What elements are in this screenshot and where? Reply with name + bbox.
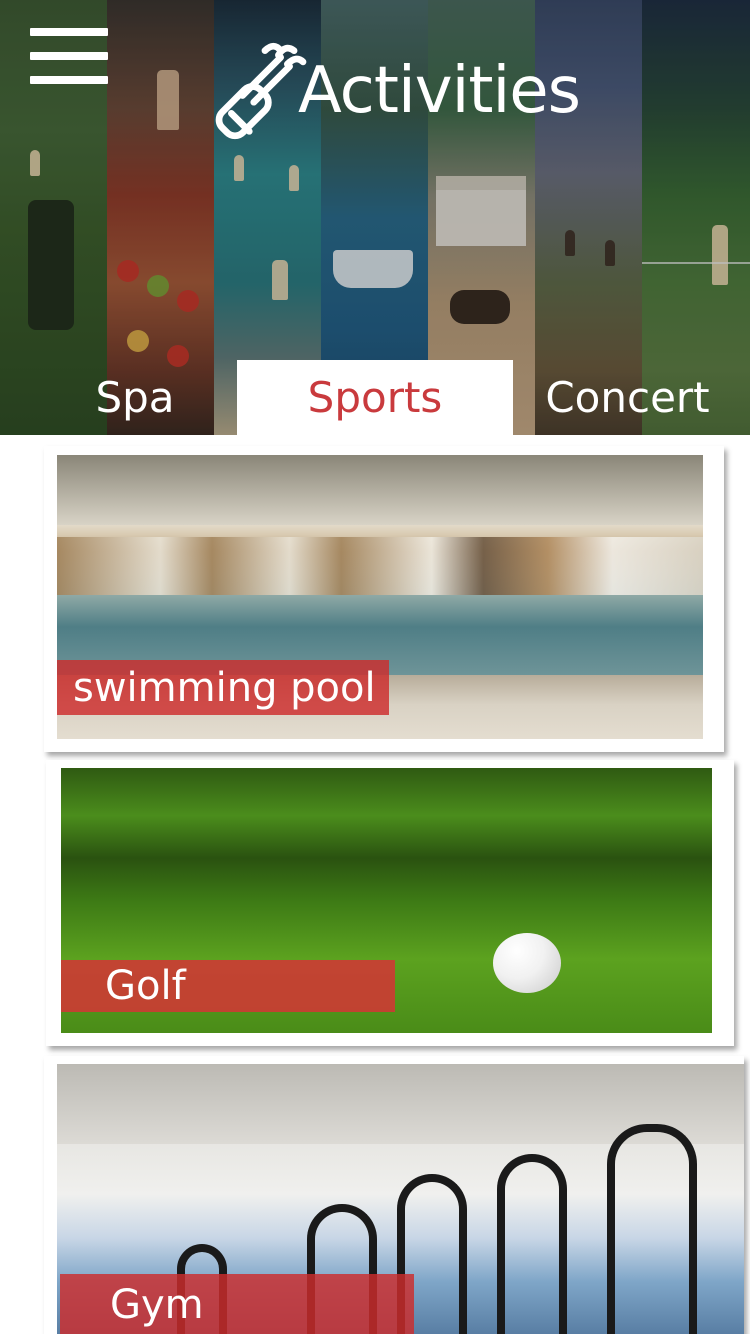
tab-sports[interactable]: Sports [237,360,513,435]
court-line [642,262,750,264]
tab-label: Spa [95,373,175,422]
person-figure [712,225,728,285]
swimming-pool-photo: swimming pool [57,455,703,739]
activity-card-gym[interactable]: Gym [44,1056,744,1334]
golf-bag-icon [215,42,307,140]
person-figure [289,165,299,191]
activity-label: Gym [60,1274,414,1334]
activity-label: Golf [61,960,395,1012]
golf-ball [493,933,561,993]
gym-photo: Gym [57,1064,744,1334]
pool-ceiling [57,455,703,525]
person-figure [605,240,615,266]
tab-label: Concert [545,373,710,422]
boat-shape [333,250,413,288]
horse-shape [450,290,510,324]
person-figure [30,150,40,176]
person-figure [565,230,575,256]
page-title-group: Activities [200,36,581,146]
golf-photo: Golf [61,768,712,1033]
fruit-shape [117,260,139,282]
header-banner: Activities Spa Sports Concert [0,0,750,435]
person-figure [272,260,288,300]
elliptical-machine [607,1124,697,1334]
tab-concert[interactable]: Concert [525,360,730,435]
elliptical-machine [497,1154,567,1334]
fruit-shape [127,330,149,352]
house-shape [436,176,526,246]
person-figure [157,70,179,130]
tab-spa[interactable]: Spa [70,360,200,435]
menu-bar [30,28,108,36]
fruit-shape [177,290,199,312]
activity-card-swimming-pool[interactable]: swimming pool [44,446,724,752]
pool-wall [57,537,703,597]
tab-label: Sports [307,373,443,422]
person-figure [234,155,244,181]
activity-label: swimming pool [57,660,389,715]
page-title: Activities [298,54,581,128]
activity-card-golf[interactable]: Golf [46,760,734,1046]
menu-bar [30,76,108,84]
menu-bar [30,52,108,60]
fruit-shape [147,275,169,297]
menu-button[interactable] [30,28,108,88]
golf-cart-shape [28,200,74,330]
